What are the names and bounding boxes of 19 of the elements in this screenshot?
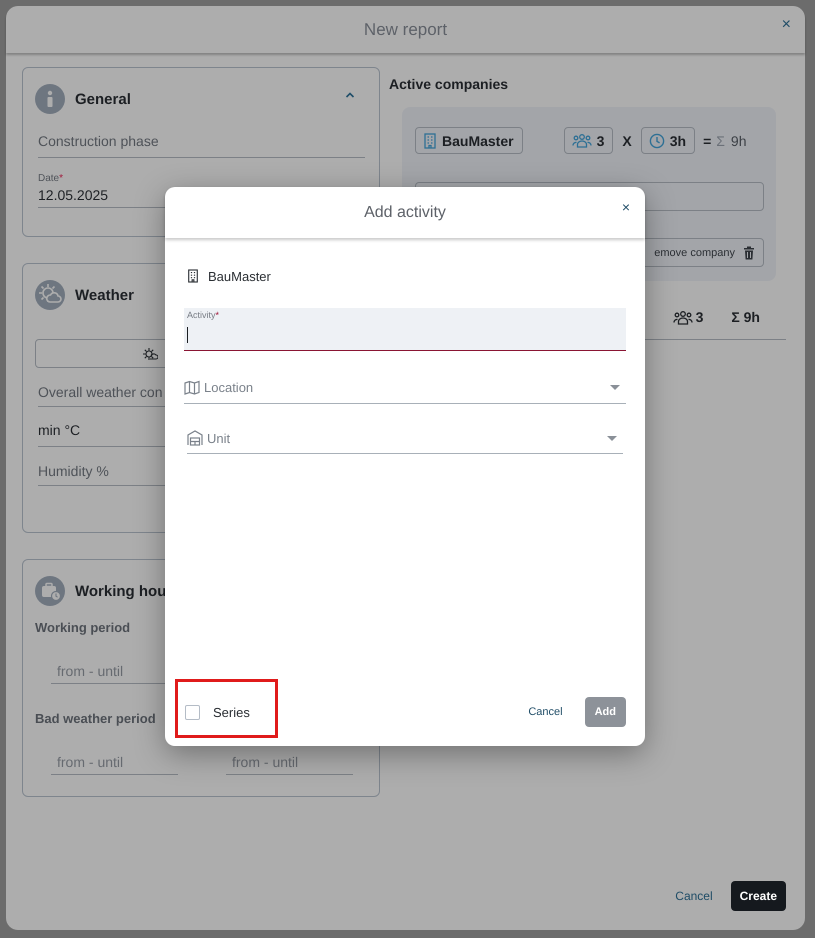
section-title: Active companies [389, 76, 510, 92]
dialog-title: New report [364, 20, 448, 40]
company-name: BauMaster [208, 268, 271, 284]
equals-sign: = [703, 132, 712, 148]
section-title: Working hou [75, 582, 166, 600]
section-title: Weather [75, 286, 134, 304]
multiply-sign: X [622, 132, 632, 148]
total-hours: 9h [730, 132, 746, 148]
period-label: Working period [35, 620, 130, 635]
total-hours: Σ 9h [731, 309, 760, 325]
company-chip: BauMaster [415, 127, 523, 154]
checkbox-label: Series [213, 704, 250, 720]
hours-chip: 3h [640, 127, 696, 154]
dialog-title: Add activity [364, 204, 446, 222]
sum-symbol: Σ [716, 132, 725, 148]
workers-chip: 3 [564, 127, 614, 154]
worker-count: 3 [696, 309, 704, 325]
period-label: Bad weather period [35, 711, 156, 726]
section-title: General [75, 90, 131, 108]
